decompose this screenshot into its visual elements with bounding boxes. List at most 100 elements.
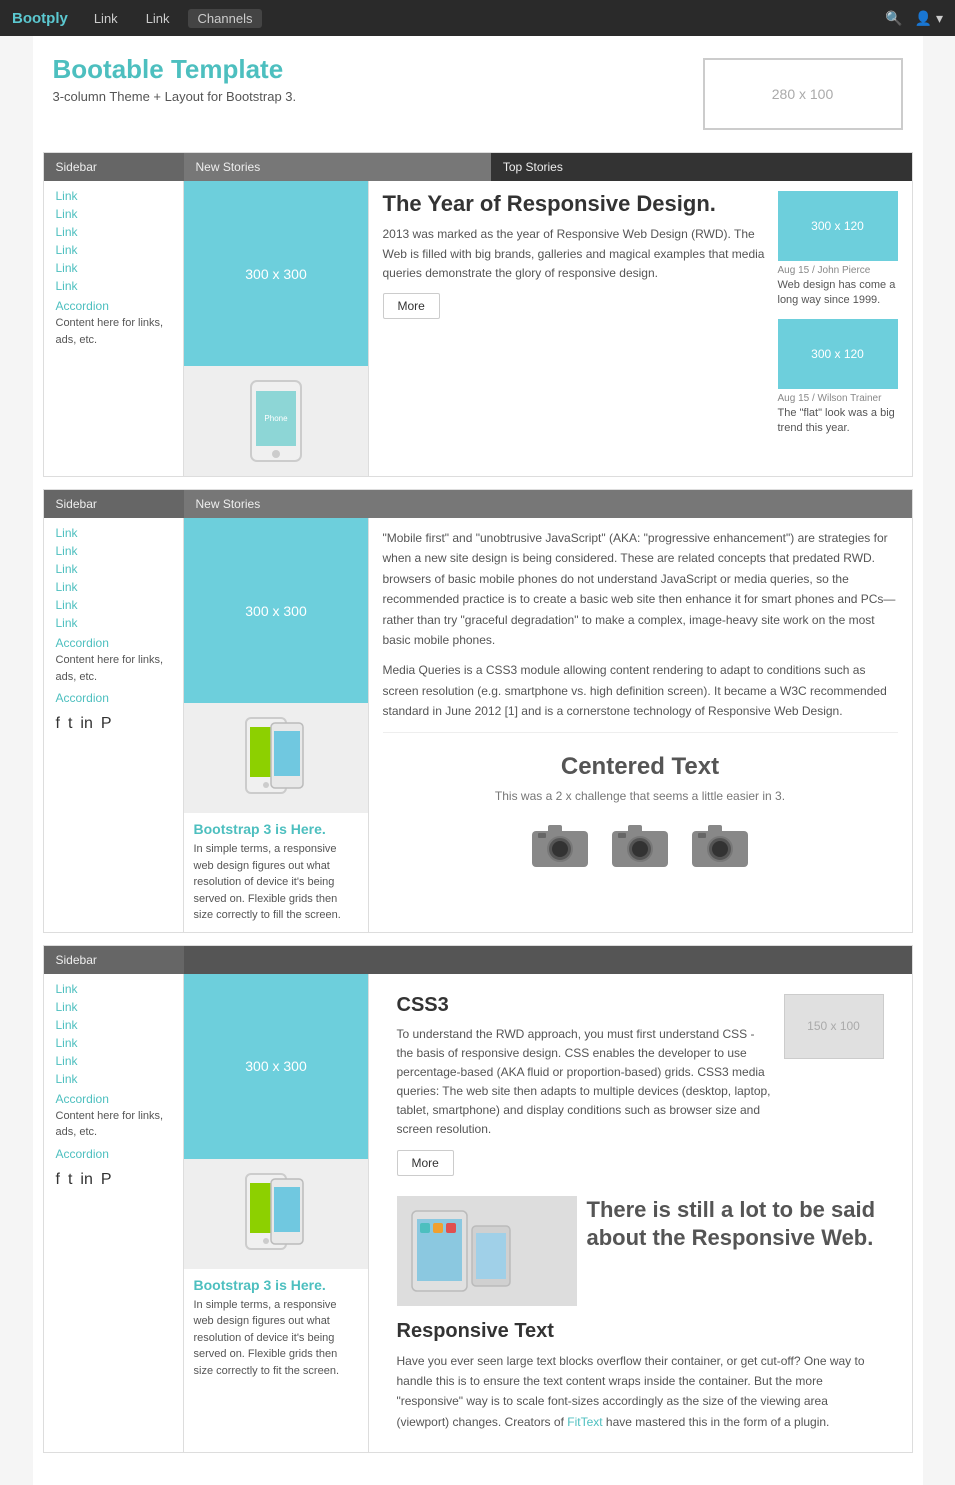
navbar-brand[interactable]: Bootply <box>12 10 68 27</box>
story-title-1: The Year of Responsive Design. <box>383 191 768 217</box>
sidebar-label-2: Sidebar <box>44 490 184 518</box>
navbar-link-1[interactable]: Link <box>84 11 128 26</box>
accordion-label-3b[interactable]: Accordion <box>56 1147 171 1161</box>
phone-illustration-1: Phone <box>184 366 369 476</box>
phone-svg-3 <box>236 1169 316 1259</box>
user-icon[interactable]: 👤 ▾ <box>915 10 943 27</box>
sidebar-3-link-4[interactable]: Link <box>56 1036 171 1050</box>
img-size-2: 300 x 300 <box>245 603 307 619</box>
sidebar-2-link-3[interactable]: Link <box>56 562 171 576</box>
middle-col-1: 300 x 300 Phone <box>184 181 369 476</box>
section-2: Sidebar New Stories Link Link Link Link … <box>43 489 913 933</box>
sidebar-2-link-2[interactable]: Link <box>56 544 171 558</box>
sidebar-3-link-2[interactable]: Link <box>56 1000 171 1014</box>
sidebar-link-1-6[interactable]: Link <box>56 279 171 293</box>
sidebar-link-1-4[interactable]: Link <box>56 243 171 257</box>
responsive-text-body: Have you ever seen large text blocks ove… <box>397 1351 884 1433</box>
fittext-link[interactable]: FitText <box>567 1415 602 1429</box>
sidebar-link-1-3[interactable]: Link <box>56 225 171 239</box>
side-story-text-2: The "flat" look was a big trend this yea… <box>778 406 898 437</box>
big-quote-text: There is still a lot to be said about th… <box>587 1196 884 1253</box>
sidebar-link-1-5[interactable]: Link <box>56 261 171 275</box>
section-2-body: Link Link Link Link Link Link Accordion … <box>44 518 912 932</box>
phones-svg <box>407 1201 567 1301</box>
story-image-2: 300 x 300 <box>184 518 369 703</box>
centered-subtitle: This was a 2 x challenge that seems a li… <box>393 789 888 803</box>
section-3: Sidebar Link Link Link Link Link Link Ac… <box>43 945 913 1454</box>
more-button-1[interactable]: More <box>383 293 440 319</box>
img-size-3: 300 x 300 <box>245 1058 307 1074</box>
top-stories-main: The Year of Responsive Design. 2013 was … <box>383 191 768 447</box>
big-quote: There is still a lot to be said about th… <box>587 1196 884 1265</box>
more-button-3[interactable]: More <box>397 1150 454 1176</box>
side-story-img-1: 300 x 120 <box>778 191 898 261</box>
facebook-icon[interactable]: f <box>56 715 60 733</box>
centered-title: Centered Text <box>393 753 888 781</box>
accordion-label-1[interactable]: Accordion <box>56 299 171 313</box>
bootstrap-text-3: In simple terms, a responsive web design… <box>184 1297 368 1388</box>
site-title: Bootable Template <box>53 54 297 85</box>
css3-title: CSS3 <box>397 994 774 1017</box>
side-story-meta-1: Aug 15 / John Pierce <box>778 265 898 276</box>
section-1-header: Sidebar New Stories Top Stories <box>44 153 912 181</box>
camera-icon-3 <box>690 819 750 869</box>
sidebar-link-1-1[interactable]: Link <box>56 189 171 203</box>
sidebar-3-link-5[interactable]: Link <box>56 1054 171 1068</box>
sidebar-2-link-1[interactable]: Link <box>56 526 171 540</box>
right-col-2: "Mobile first" and "unobtrusive JavaScri… <box>369 518 912 932</box>
sidebar-2-link-5[interactable]: Link <box>56 598 171 612</box>
accordion-label-2[interactable]: Accordion <box>56 636 171 650</box>
header-ad-size: 280 x 100 <box>772 86 834 102</box>
pinterest-icon[interactable]: P <box>101 715 112 733</box>
sidebar-2-link-6[interactable]: Link <box>56 616 171 630</box>
side-story-meta-2: Aug 15 / Wilson Trainer <box>778 393 898 404</box>
facebook-icon-3[interactable]: f <box>56 1171 60 1189</box>
twitter-icon-3[interactable]: t <box>68 1171 72 1189</box>
twitter-icon[interactable]: t <box>68 715 72 733</box>
story-image-3: 300 x 300 <box>184 974 369 1159</box>
phone-illustration-2 <box>184 703 369 813</box>
accordion-content-3: Content here for links, ads, etc. <box>56 1108 171 1141</box>
page-wrapper: Bootable Template 3-column Theme + Layou… <box>33 36 923 1485</box>
top-stories-side: 300 x 120 Aug 15 / John Pierce Web desig… <box>778 191 898 447</box>
sidebar-2: Link Link Link Link Link Link Accordion … <box>44 518 184 932</box>
centered-block: Centered Text This was a 2 x challenge t… <box>383 732 898 889</box>
middle-col-2: 300 x 300 Bootstrap 3 is Here. In simple… <box>184 518 369 932</box>
newstories-label-1: New Stories <box>184 153 491 181</box>
pinterest-icon-3[interactable]: P <box>101 1171 112 1189</box>
section-1: Sidebar New Stories Top Stories Link Lin… <box>43 152 913 477</box>
sidebar-3: Link Link Link Link Link Link Accordion … <box>44 974 184 1453</box>
header-text: Bootable Template 3-column Theme + Layou… <box>53 54 297 104</box>
navbar: Bootply Link Link Channels 🔍 👤 ▾ <box>0 0 955 36</box>
sidebar-2-link-4[interactable]: Link <box>56 580 171 594</box>
section-2-header: Sidebar New Stories <box>44 490 912 518</box>
accordion-label-2b[interactable]: Accordion <box>56 691 171 705</box>
side-story-text-1: Web design has come a long way since 199… <box>778 278 898 309</box>
sidebar-3-link-6[interactable]: Link <box>56 1072 171 1086</box>
css3-side: 150 x 100 <box>784 994 884 1059</box>
linkedin-icon-3[interactable]: in <box>80 1171 92 1189</box>
search-icon[interactable]: 🔍 <box>885 10 902 27</box>
accordion-label-3[interactable]: Accordion <box>56 1092 171 1106</box>
sidebar-link-1-2[interactable]: Link <box>56 207 171 221</box>
linkedin-icon[interactable]: in <box>80 715 92 733</box>
accordion-content-1: Content here for links, ads, etc. <box>56 315 171 348</box>
responsive-title: Responsive Text <box>397 1320 884 1343</box>
navbar-channels[interactable]: Channels <box>188 9 263 28</box>
section-3-header: Sidebar <box>44 946 912 974</box>
accordion-content-2: Content here for links, ads, etc. <box>56 652 171 685</box>
sidebar-3-link-3[interactable]: Link <box>56 1018 171 1032</box>
section-1-body: Link Link Link Link Link Link Accordion … <box>44 181 912 476</box>
camera-icons <box>393 819 888 869</box>
navbar-link-2[interactable]: Link <box>136 11 180 26</box>
social-icons-3: f t in P <box>56 1171 171 1189</box>
section2-main-text-2: Media Queries is a CSS3 module allowing … <box>383 660 898 721</box>
social-icons-2: f t in P <box>56 715 171 733</box>
css3-ad: 150 x 100 <box>784 994 884 1059</box>
sidebar-label-1: Sidebar <box>44 153 184 181</box>
bootstrap-text-2: In simple terms, a responsive web design… <box>184 841 368 932</box>
top-stories-inner: The Year of Responsive Design. 2013 was … <box>383 191 898 447</box>
sidebar-3-link-1[interactable]: Link <box>56 982 171 996</box>
img-size-1: 300 x 300 <box>245 266 307 282</box>
side-story-img-2: 300 x 120 <box>778 319 898 389</box>
